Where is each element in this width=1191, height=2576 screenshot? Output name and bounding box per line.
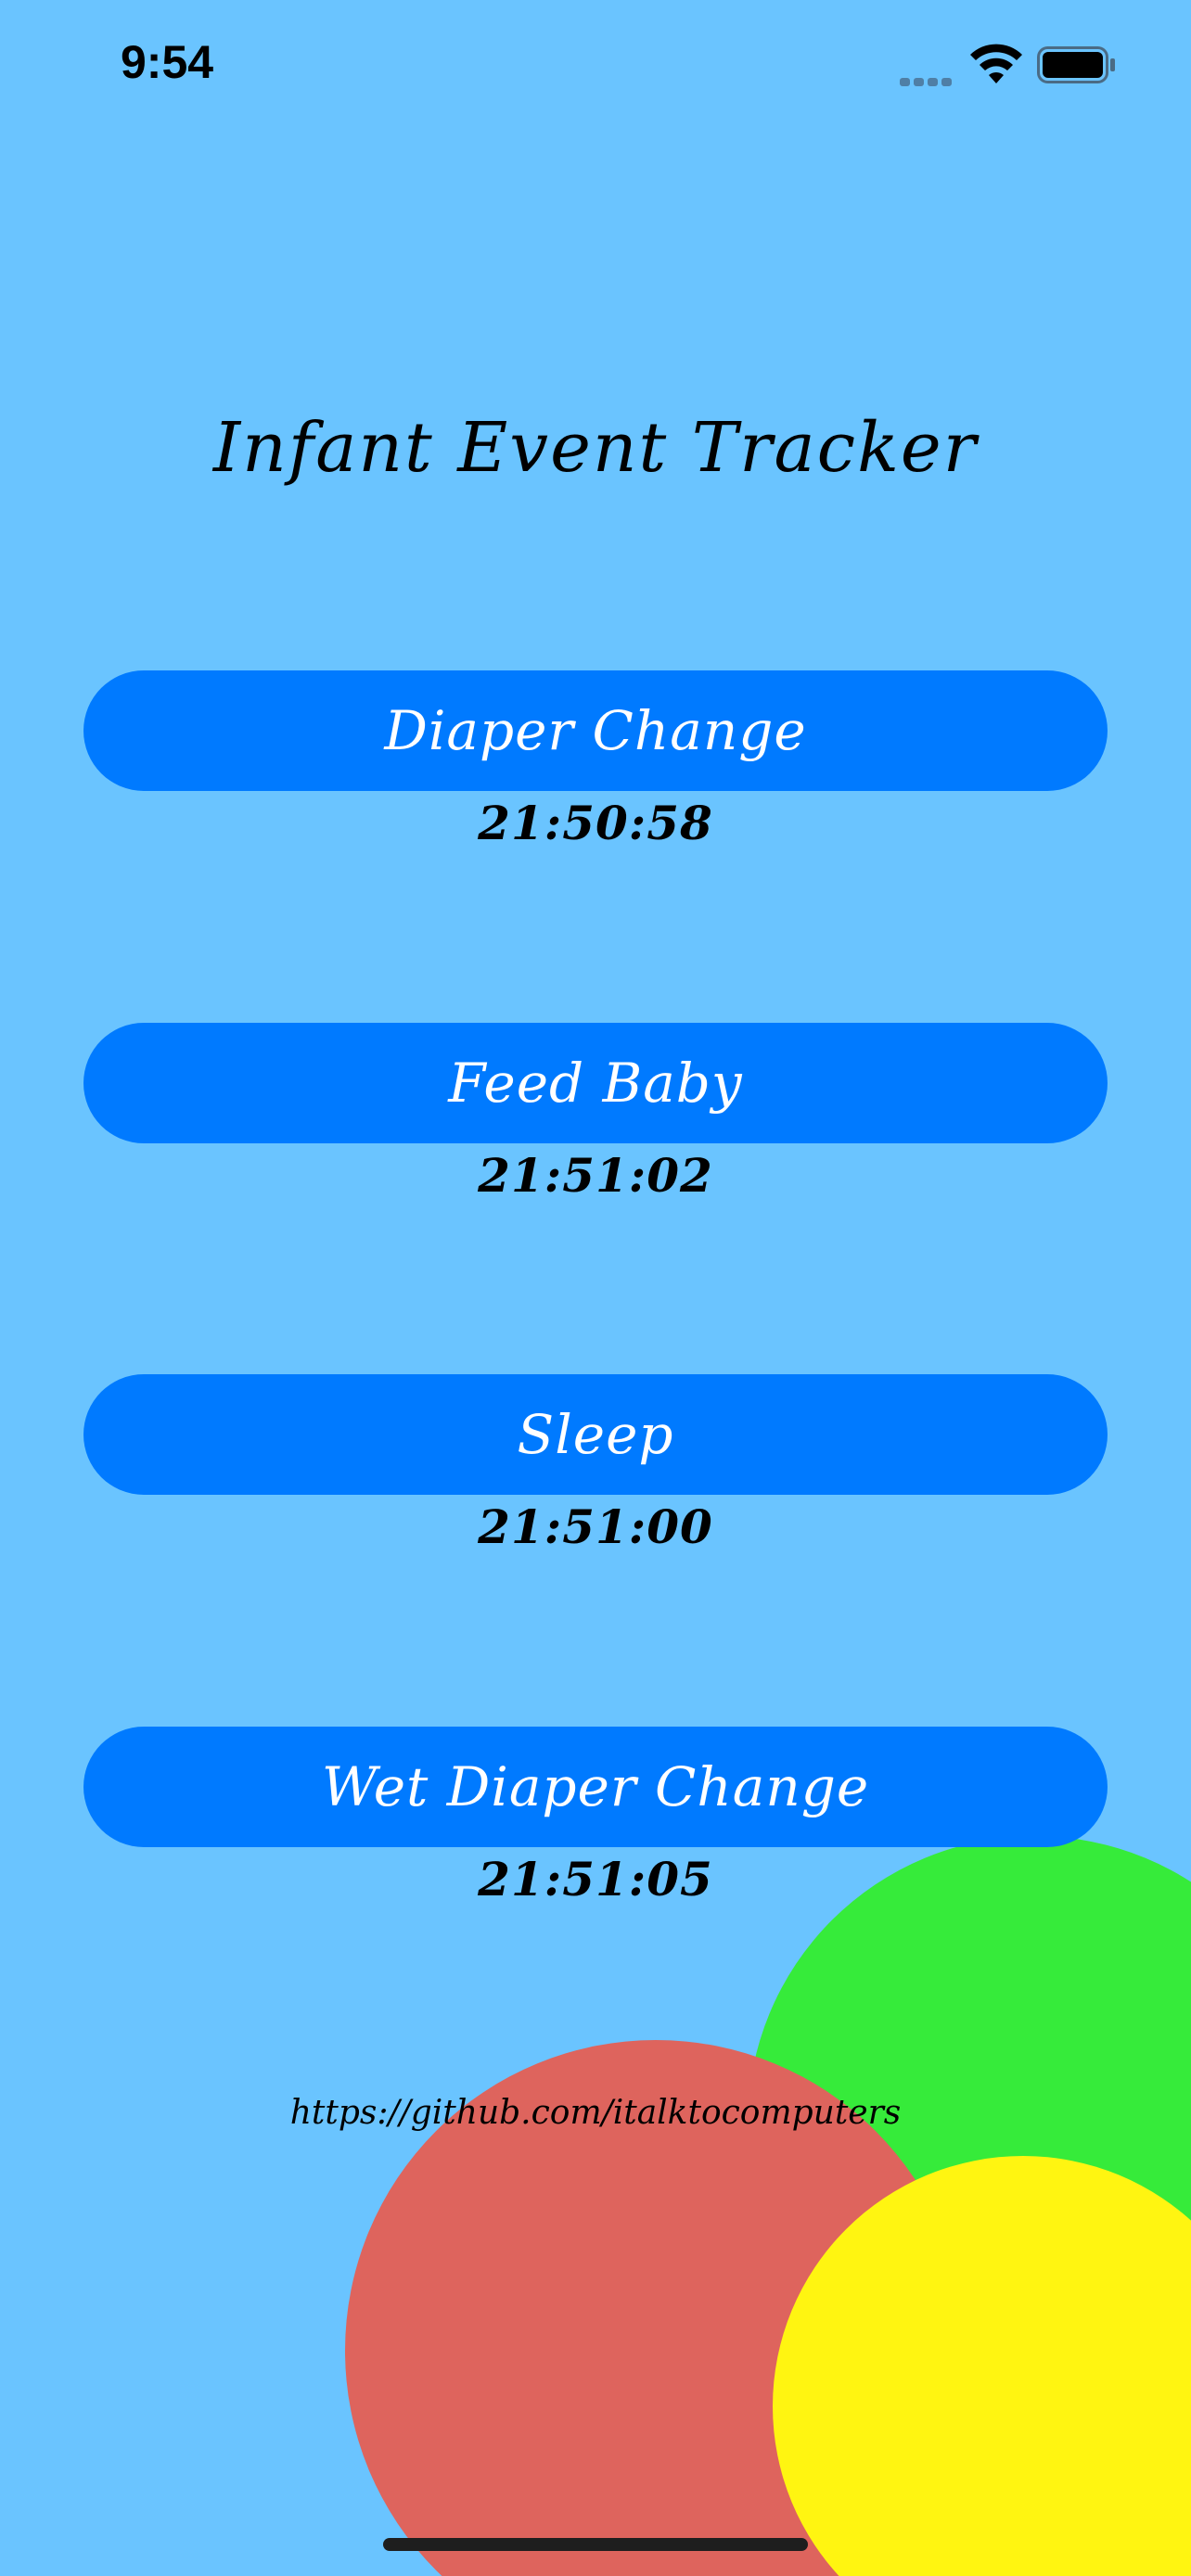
wet-diaper-change-time: 21:51:05 — [478, 1852, 713, 1906]
home-indicator[interactable] — [383, 2538, 808, 2551]
status-time: 9:54 — [121, 36, 214, 88]
diaper-change-button[interactable]: Diaper Change — [83, 670, 1108, 791]
feed-baby-time: 21:51:02 — [478, 1148, 713, 1203]
sleep-button[interactable]: Sleep — [83, 1374, 1108, 1495]
app-screen: 9:54 Infant Event Tracker Diaper Change … — [0, 0, 1191, 2576]
sleep-time: 21:51:00 — [478, 1499, 713, 1554]
diaper-change-time: 21:50:58 — [478, 796, 713, 850]
cellular-signal-icon — [900, 72, 957, 86]
page-title: Infant Event Tracker — [212, 408, 979, 488]
feed-baby-button[interactable]: Feed Baby — [83, 1023, 1108, 1143]
wet-diaper-change-button[interactable]: Wet Diaper Change — [83, 1727, 1108, 1847]
wifi-icon — [970, 44, 1022, 83]
github-link[interactable]: https://github.com/italktocomputers — [0, 2094, 1191, 2132]
battery-icon — [1037, 46, 1115, 83]
